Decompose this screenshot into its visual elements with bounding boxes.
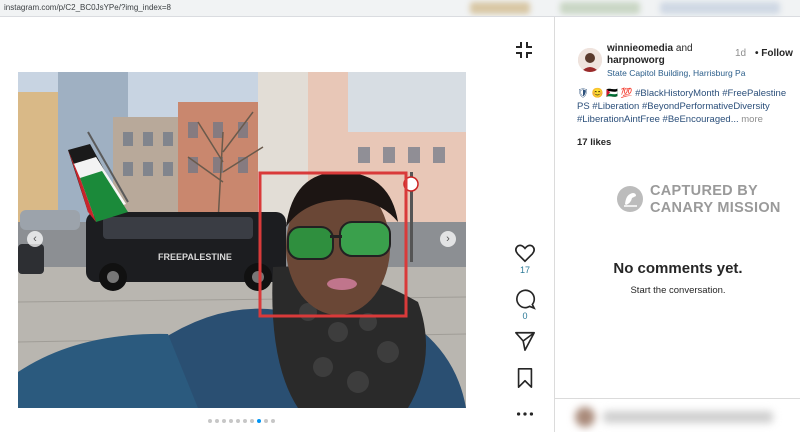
car-slogan-text: FREEPALESTINE bbox=[158, 252, 232, 262]
carousel-dot-active bbox=[257, 419, 261, 423]
heart-icon[interactable] bbox=[514, 242, 536, 264]
caption-line-3-text: #LiberationAintFree #BeEncouraged... bbox=[577, 114, 739, 125]
blurred-tab-region bbox=[560, 2, 640, 14]
carousel-dot bbox=[243, 419, 247, 423]
post-time: 1d bbox=[735, 48, 747, 59]
watermark-line-1: CAPTURED BY bbox=[650, 183, 759, 199]
post-sidebar: winnieomedia and harpnoworg State Capito… bbox=[554, 17, 800, 432]
post-photo-illustration: FREEPALESTINE bbox=[18, 72, 466, 408]
chevron-left-icon: ‹ bbox=[33, 233, 37, 245]
follow-button[interactable]: • Follow bbox=[755, 48, 793, 59]
comment-icon[interactable] bbox=[514, 288, 536, 310]
carousel-indicator bbox=[208, 419, 275, 423]
caption-line-2: PS #Liberation #BeyondPerformativeDivers… bbox=[577, 101, 770, 112]
watermark: CAPTURED BY CANARY MISSION bbox=[617, 183, 800, 219]
carousel-dot bbox=[250, 419, 254, 423]
carousel-dot bbox=[264, 419, 268, 423]
carousel-dot bbox=[208, 419, 212, 423]
blurred-comment-input bbox=[573, 407, 783, 427]
likes-summary[interactable]: 17 likes bbox=[577, 137, 611, 148]
empty-comments-title: No comments yet. bbox=[613, 260, 743, 277]
author-primary-link[interactable]: winnieomedia bbox=[607, 43, 673, 54]
location-link[interactable]: State Capitol Building, Harrisburg Pa bbox=[607, 68, 745, 78]
divider bbox=[555, 398, 800, 399]
caption-more-link[interactable]: more bbox=[741, 114, 763, 125]
chevron-right-icon: › bbox=[446, 233, 450, 245]
avatar-image bbox=[578, 48, 602, 72]
more-icon[interactable] bbox=[514, 403, 536, 425]
blurred-tab-region bbox=[660, 2, 780, 14]
author-and-text: and bbox=[675, 43, 693, 54]
carousel-dot bbox=[229, 419, 233, 423]
carousel-dot bbox=[215, 419, 219, 423]
empty-comments-subtitle: Start the conversation. bbox=[630, 285, 726, 296]
carousel-dot bbox=[222, 419, 226, 423]
carousel-dot bbox=[236, 419, 240, 423]
caption-line-3: #LiberationAintFree #BeEncouraged... mor… bbox=[577, 113, 792, 126]
post-image[interactable]: FREEPALESTINE bbox=[18, 72, 466, 408]
avatar[interactable] bbox=[578, 48, 602, 72]
collapse-icon[interactable] bbox=[514, 40, 534, 60]
blurred-tab-region bbox=[470, 2, 530, 14]
browser-address-bar[interactable]: instagram.com/p/C2_BC0JsYPe/?img_index=8 bbox=[0, 0, 800, 17]
author-secondary-link[interactable]: harpnoworg bbox=[607, 55, 665, 66]
comment-count: 0 bbox=[522, 311, 528, 321]
watermark-line-2: CANARY MISSION bbox=[650, 200, 781, 216]
caption-line-1: 🛡 😊 🇵🇸 💯 #BlackHistoryMonth #FreePalesti… bbox=[577, 88, 787, 99]
carousel-dot bbox=[271, 419, 275, 423]
like-count: 17 bbox=[519, 265, 530, 275]
previous-image-button[interactable]: ‹ bbox=[27, 231, 43, 247]
canary-logo-icon bbox=[617, 186, 643, 212]
url-text[interactable]: instagram.com/p/C2_BC0JsYPe/?img_index=8 bbox=[4, 3, 171, 12]
bookmark-icon[interactable] bbox=[514, 367, 536, 389]
post-author: winnieomedia and harpnoworg bbox=[607, 43, 693, 67]
post-caption: 🛡 😊 🇵🇸 💯 #BlackHistoryMonth #FreePalesti… bbox=[577, 87, 792, 126]
next-image-button[interactable]: › bbox=[440, 231, 456, 247]
share-icon[interactable] bbox=[514, 330, 536, 352]
